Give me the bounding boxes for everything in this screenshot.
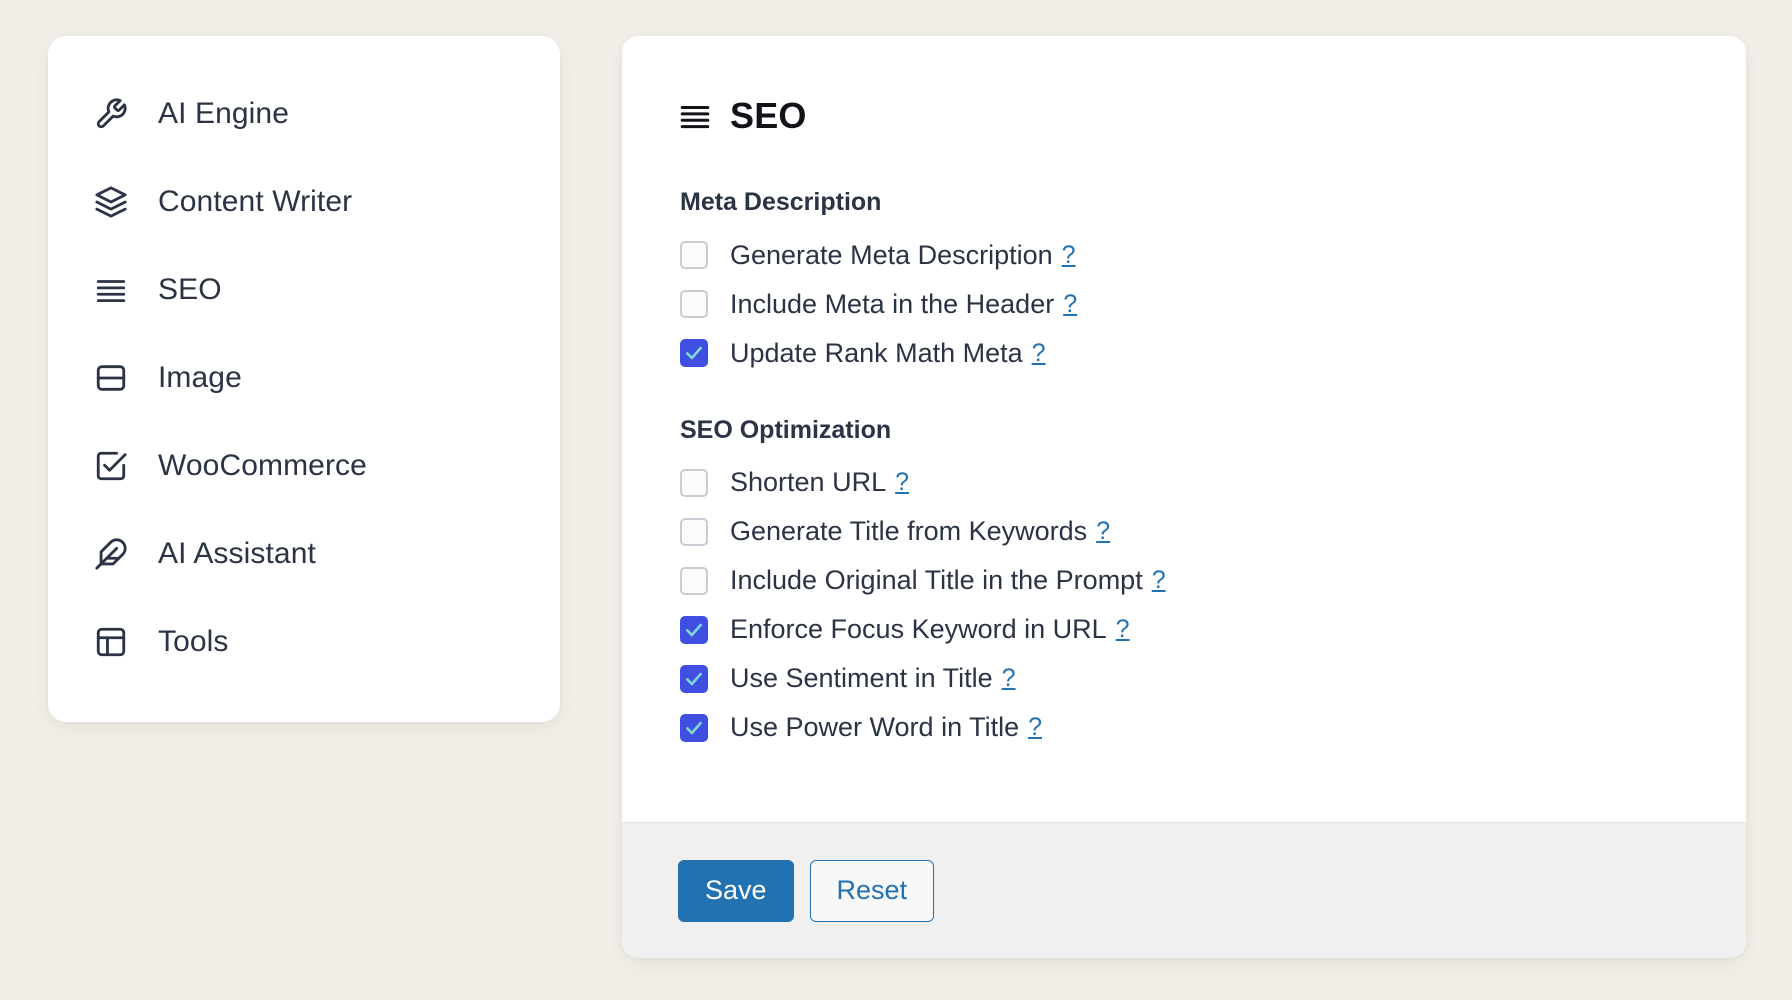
option-use-sentiment-in-title[interactable]: Use Sentiment in Title ? — [678, 654, 1690, 703]
sidebar-item-label: Tools — [158, 625, 229, 658]
option-label: Update Rank Math Meta — [730, 337, 1023, 368]
sidebar-nav: AI Engine Content Writer SEO Image WooCo… — [48, 36, 560, 722]
sidebar-item-label: Content Writer — [158, 185, 353, 218]
checkbox-checked-icon[interactable] — [680, 615, 708, 644]
option-label: Generate Meta Description — [730, 239, 1053, 270]
help-icon[interactable]: ? — [1116, 617, 1130, 642]
sidebar-item-seo[interactable]: SEO — [48, 246, 560, 334]
section-title: Meta Description — [680, 188, 882, 216]
sidebar-item-ai-assistant[interactable]: AI Assistant — [48, 510, 560, 598]
help-icon[interactable]: ? — [1028, 715, 1042, 740]
help-icon[interactable]: ? — [1032, 340, 1046, 366]
option-label: Include Meta in the Header — [730, 288, 1055, 319]
section-seo-optimization: SEO Optimization Shorten URL ? Generate … — [678, 414, 1690, 753]
checkbox-checked-icon[interactable] — [680, 713, 708, 742]
save-button[interactable]: Save — [678, 859, 794, 922]
option-update-rank-math-meta[interactable]: Update Rank Math Meta ? — [678, 329, 1690, 378]
checkbox-unchecked-icon[interactable] — [680, 517, 708, 546]
option-include-original-title-in-prompt[interactable]: Include Original Title in the Prompt ? — [678, 556, 1690, 605]
check-square-icon — [90, 445, 132, 487]
page-title: SEO — [730, 95, 807, 136]
seo-settings-panel: SEO Meta Description Generate Meta Descr… — [622, 36, 1746, 958]
sidebar-item-woocommerce[interactable]: WooCommerce — [48, 422, 560, 510]
sidebar-item-label: AI Engine — [158, 97, 289, 130]
sidebar-item-label: WooCommerce — [158, 449, 367, 482]
option-label: Use Power Word in Title — [730, 712, 1020, 742]
feather-icon — [90, 533, 132, 575]
option-generate-meta-description[interactable]: Generate Meta Description ? — [678, 231, 1690, 280]
option-label: Use Sentiment in Title — [730, 663, 993, 693]
menu-lines-icon — [678, 99, 712, 133]
help-icon[interactable]: ? — [1152, 568, 1166, 593]
layers-icon — [90, 181, 132, 223]
checkbox-unchecked-icon[interactable] — [680, 468, 708, 497]
sidebar-item-label: AI Assistant — [158, 537, 316, 570]
option-label: Enforce Focus Keyword in URL — [730, 614, 1107, 644]
checkbox-unchecked-icon[interactable] — [680, 566, 708, 595]
sidebar-item-label: SEO — [158, 273, 222, 306]
option-use-power-word-in-title[interactable]: Use Power Word in Title ? — [678, 703, 1690, 752]
sidebar-item-content-writer[interactable]: Content Writer — [48, 158, 560, 246]
checkbox-unchecked-icon[interactable] — [680, 290, 708, 318]
wrench-icon — [90, 93, 132, 135]
option-label: Shorten URL — [730, 467, 887, 497]
sidebar-item-ai-engine[interactable]: AI Engine — [48, 70, 560, 158]
checkbox-checked-icon[interactable] — [680, 339, 708, 367]
panel-footer: Save Reset — [622, 822, 1746, 958]
app-page: AI Engine Content Writer SEO Image WooCo… — [0, 0, 1792, 1000]
help-icon[interactable]: ? — [1062, 242, 1076, 268]
menu-lines-icon — [90, 269, 132, 311]
sidebar-item-tools[interactable]: Tools — [48, 598, 560, 686]
help-icon[interactable]: ? — [1063, 291, 1077, 317]
option-generate-title-from-keywords[interactable]: Generate Title from Keywords ? — [678, 507, 1690, 556]
option-label: Generate Title from Keywords — [730, 516, 1088, 546]
checkbox-unchecked-icon[interactable] — [680, 241, 708, 269]
help-icon[interactable]: ? — [895, 470, 909, 495]
sidebar-item-label: Image — [158, 361, 242, 394]
image-panel-icon — [90, 357, 132, 399]
help-icon[interactable]: ? — [1096, 519, 1110, 544]
option-label: Include Original Title in the Prompt — [730, 565, 1143, 595]
section-meta-description: Meta Description Generate Meta Descripti… — [678, 186, 1690, 378]
option-enforce-focus-keyword-in-url[interactable]: Enforce Focus Keyword in URL ? — [678, 605, 1690, 654]
help-icon[interactable]: ? — [1002, 666, 1016, 691]
section-title: SEO Optimization — [680, 415, 892, 444]
panel-header: SEO — [678, 98, 1690, 134]
reset-button[interactable]: Reset — [809, 859, 935, 922]
checkbox-checked-icon[interactable] — [680, 664, 708, 693]
layout-icon — [90, 621, 132, 663]
option-include-meta-in-header[interactable]: Include Meta in the Header ? — [678, 280, 1690, 329]
sidebar-item-image[interactable]: Image — [48, 334, 560, 422]
option-shorten-url[interactable]: Shorten URL ? — [678, 458, 1690, 507]
panel-body: SEO Meta Description Generate Meta Descr… — [622, 36, 1746, 822]
